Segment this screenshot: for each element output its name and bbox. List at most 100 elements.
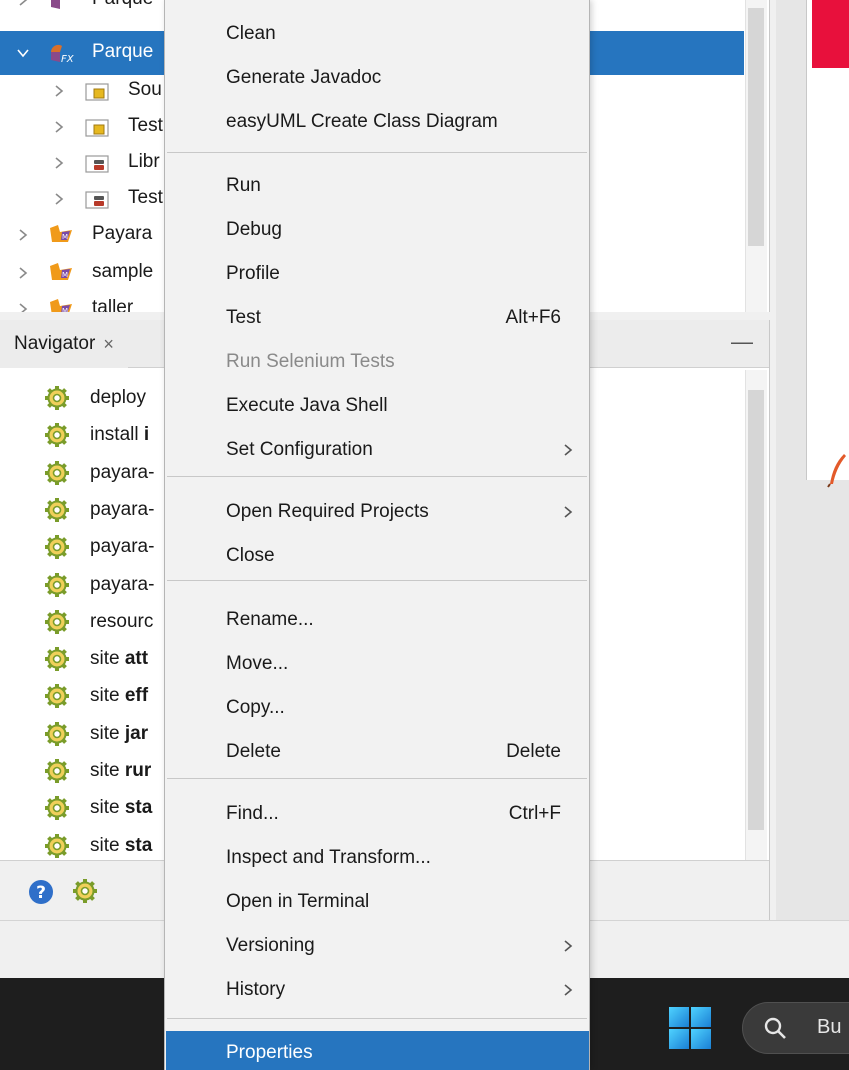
menu-item-profile[interactable]: Profile	[166, 252, 589, 296]
chevron-right-icon[interactable]	[14, 264, 32, 282]
menu-item-open-required-projects[interactable]: Open Required Projects	[166, 490, 589, 534]
chevron-right-icon[interactable]	[50, 118, 68, 136]
chevron-right-icon	[564, 984, 573, 996]
chevron-right-icon[interactable]	[50, 82, 68, 100]
chevron-right-icon[interactable]	[14, 226, 32, 244]
item-text: site	[90, 797, 125, 819]
menu-item-delete[interactable]: Delete Delete	[166, 730, 589, 774]
chevron-right-icon[interactable]	[14, 300, 32, 312]
navigator-item-label: site sta	[90, 835, 152, 857]
editor-document	[806, 0, 849, 480]
menu-item-label: Delete	[226, 741, 281, 762]
menu-item-label: Copy...	[226, 697, 285, 718]
menu-item-label: Versioning	[226, 935, 315, 956]
navigator-item-label: site att	[90, 648, 148, 670]
gear-icon	[45, 796, 69, 821]
maven-project-icon: M	[50, 225, 72, 242]
item-text: site	[90, 685, 125, 707]
gear-icon	[45, 684, 69, 709]
menu-item-run-selenium-tests[interactable]: Run Selenium Tests	[166, 340, 589, 384]
menu-item-run[interactable]: Run	[166, 164, 589, 208]
navigator-item-label: resourc	[90, 611, 153, 633]
menu-item-debug[interactable]: Debug	[166, 208, 589, 252]
gear-icon	[45, 759, 69, 783]
scrollbar-thumb[interactable]	[748, 390, 764, 830]
menu-item-label: Set Configuration	[226, 439, 373, 460]
menu-item-find[interactable]: Find... Ctrl+F	[166, 792, 589, 836]
gear-icon	[45, 460, 69, 485]
menu-item-easyuml-create-class-diagram[interactable]: easyUML Create Class Diagram	[166, 100, 589, 144]
item-text: site	[90, 834, 125, 856]
menu-item-label: Move...	[226, 653, 289, 674]
menu-item-label: Close	[226, 545, 275, 566]
menu-item-close[interactable]: Close	[166, 534, 589, 578]
menu-item-test[interactable]: Test Alt+F6	[166, 296, 589, 340]
quill-icon	[827, 454, 846, 488]
menu-item-inspect-and-transform[interactable]: Inspect and Transform...	[166, 836, 589, 880]
menu-item-label: Run Selenium Tests	[226, 351, 395, 372]
svg-text:M: M	[62, 271, 68, 279]
scrollbar-thumb[interactable]	[748, 8, 764, 246]
navigator-item-label: site sta	[90, 797, 152, 819]
chevron-right-icon	[564, 444, 573, 456]
gear-icon	[45, 423, 69, 448]
menu-item-set-configuration[interactable]: Set Configuration	[166, 428, 589, 472]
navigator-item-label: site jar	[90, 723, 148, 745]
navigator-item-label: site eff	[90, 685, 148, 707]
menu-item-versioning[interactable]: Versioning	[166, 924, 589, 968]
chevron-right-icon[interactable]	[50, 190, 68, 208]
minimize-button[interactable]: —	[730, 331, 754, 356]
menu-item-history[interactable]: History	[166, 968, 589, 1012]
menu-item-shortcut: Ctrl+F	[508, 803, 561, 824]
svg-text:M: M	[62, 307, 68, 312]
maven-project-icon: M	[50, 299, 72, 312]
item-text-bold: jar	[124, 722, 149, 744]
gear-icon[interactable]	[72, 878, 98, 904]
library-folder-icon	[85, 191, 109, 209]
tree-node-label: sample	[92, 261, 154, 282]
item-text-bold: eff	[124, 685, 149, 707]
menu-item-generate-javadoc[interactable]: Generate Javadoc	[166, 56, 589, 100]
menu-item-clean[interactable]: Clean	[166, 12, 589, 56]
menu-item-label: Open in Terminal	[226, 891, 370, 912]
help-icon[interactable]: ?	[28, 879, 54, 905]
menu-item-copy[interactable]: Copy...	[166, 686, 589, 730]
windows-start-icon[interactable]	[668, 1006, 712, 1050]
menu-item-move[interactable]: Move...	[166, 642, 589, 686]
gear-icon	[45, 609, 69, 634]
taskbar-search[interactable]: Bu	[742, 1002, 849, 1054]
gear-icon	[45, 535, 69, 560]
close-icon[interactable]: ×	[103, 334, 114, 355]
chevron-right-icon[interactable]	[14, 0, 32, 9]
item-text: payara-	[90, 461, 155, 483]
navigator-item-label: site rur	[90, 760, 151, 782]
navigator-scrollbar[interactable]	[745, 370, 767, 860]
projects-scrollbar[interactable]	[745, 0, 767, 312]
menu-separator	[167, 476, 587, 477]
menu-separator	[167, 580, 587, 581]
item-text-bold: sta	[124, 834, 153, 856]
menu-item-open-in-terminal[interactable]: Open in Terminal	[166, 880, 589, 924]
gear-icon	[45, 497, 69, 522]
navigator-item-label: payara-	[90, 574, 154, 596]
menu-item-properties[interactable]: Properties	[166, 1031, 589, 1070]
tree-node-label: taller	[92, 297, 134, 312]
svg-text:FX: FX	[61, 1, 74, 12]
navigator-item-label: install i	[90, 424, 149, 446]
item-text: resourc	[90, 610, 154, 632]
tree-node-label: Test	[128, 115, 163, 136]
chevron-right-icon[interactable]	[50, 154, 68, 172]
menu-item-execute-java-shell[interactable]: Execute Java Shell	[166, 384, 589, 428]
navigator-item-label: payara-	[90, 462, 154, 484]
item-text-bold: att	[124, 648, 149, 670]
menu-item-label: Rename...	[226, 609, 314, 630]
tab-navigator[interactable]: Navigator ×	[0, 320, 128, 368]
tree-node-label: Parque	[92, 0, 153, 10]
svg-text:M: M	[62, 233, 68, 241]
gear-icon	[45, 386, 69, 410]
javafx-project-icon: FX	[51, 44, 74, 65]
search-placeholder: Bu	[817, 1016, 842, 1038]
chevron-down-icon[interactable]	[14, 44, 32, 62]
menu-item-label: Clean	[226, 23, 276, 44]
menu-item-rename[interactable]: Rename...	[166, 598, 589, 642]
